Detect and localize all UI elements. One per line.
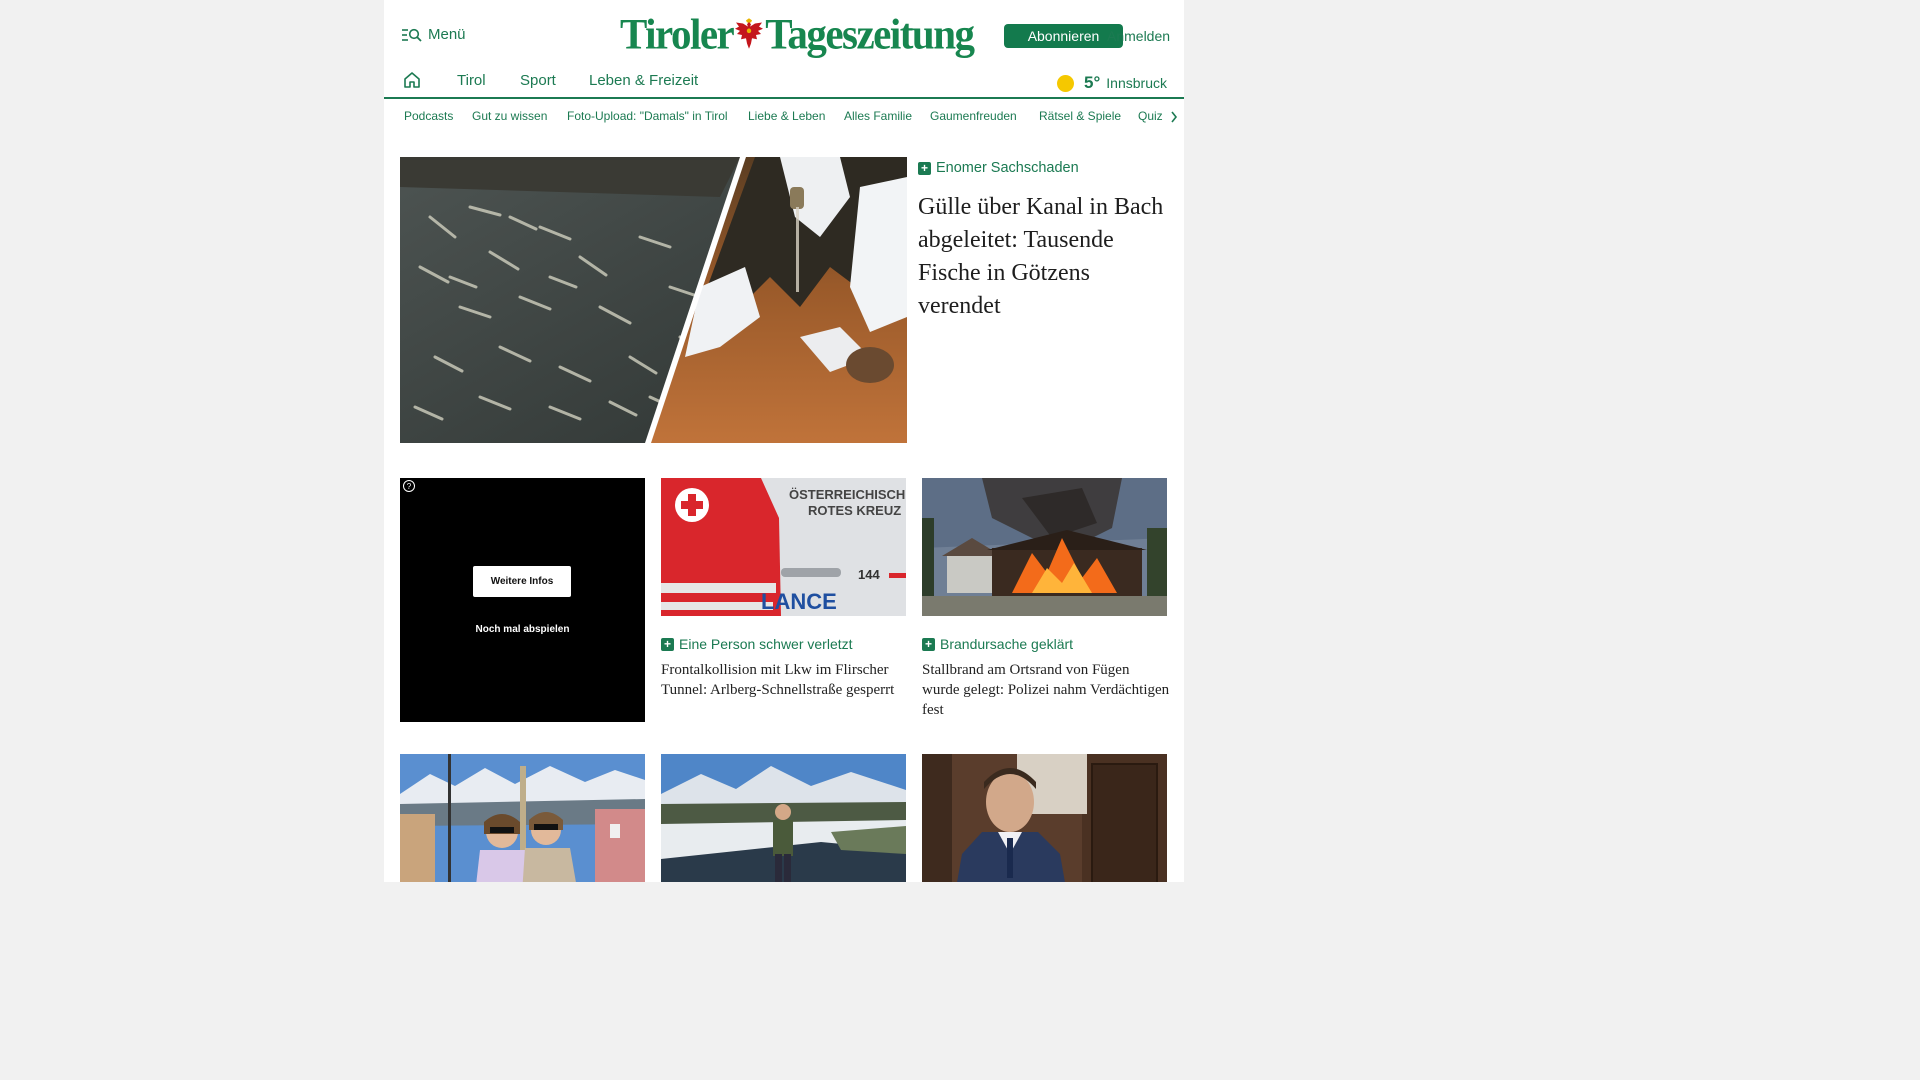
hero-headline[interactable]: Gülle über Kanal in Bach abgeleitet: Tau…	[918, 191, 1168, 323]
weather-temperature: 5°	[1084, 73, 1101, 92]
card-kicker-text: Brandursache geklärt	[940, 636, 1074, 652]
replay-button[interactable]: Noch mal abspielen	[400, 624, 645, 635]
subnav-item-liebe-leben[interactable]: Liebe & Leben	[748, 109, 825, 123]
plus-icon: +	[918, 161, 931, 175]
card-image-mountain-man[interactable]	[661, 754, 906, 882]
subnav-item-foto-upload[interactable]: Foto-Upload: "Damals" in Tirol	[567, 109, 728, 123]
weather-widget[interactable]: 5° Innsbruck	[1057, 73, 1167, 93]
help-icon[interactable]: ?	[403, 480, 415, 492]
nav-item-leben-freizeit[interactable]: Leben & Freizeit	[589, 72, 698, 89]
main-nav: Tirol Sport Leben & Freizeit 5° Innsbruc…	[384, 62, 1184, 99]
card-kicker-accident: + Eine Person schwer verletzt	[661, 636, 853, 652]
logo-text-part1: Tiroler	[620, 9, 735, 59]
card-headline-accident[interactable]: Frontalkollision mit Lkw im Flirscher Tu…	[661, 660, 909, 700]
weather-city: Innsbruck	[1106, 75, 1167, 91]
hero-kicker: + Enomer Sachschaden	[918, 160, 1079, 176]
image-text-144: 144	[858, 567, 880, 582]
hero-kicker-text: Enomer Sachschaden	[936, 160, 1079, 176]
card-image-accident[interactable]: ÖSTERREICHISCHE ROTES KREUZ 144 LANCE	[661, 478, 906, 616]
sun-icon	[1057, 74, 1075, 92]
card-image-fire[interactable]	[922, 478, 1167, 616]
subnav-item-alles-familie[interactable]: Alles Familie	[844, 109, 912, 123]
image-text-rotes-kreuz: ROTES KREUZ	[808, 503, 901, 518]
subscribe-button[interactable]: Abonnieren	[1004, 24, 1123, 48]
subnav-item-quiz[interactable]: Quiz	[1138, 109, 1163, 123]
menu-label: Menü	[428, 26, 466, 43]
logo-text-part2: Tageszeitung	[765, 9, 975, 59]
nav-item-tirol[interactable]: Tirol	[457, 72, 486, 89]
menu-button[interactable]: Menü	[402, 26, 466, 43]
chevron-right-icon[interactable]	[1170, 110, 1178, 128]
tyrolean-eagle-icon	[734, 17, 764, 51]
subnav-item-gut-zu-wissen[interactable]: Gut zu wissen	[472, 109, 547, 123]
hero-image[interactable]	[400, 157, 907, 443]
sub-nav: Podcasts Gut zu wissen Foto-Upload: "Dam…	[384, 100, 1184, 132]
home-icon[interactable]	[403, 71, 421, 93]
image-text-oesterreichische: ÖSTERREICHISCHE	[789, 487, 906, 502]
plus-icon: +	[922, 637, 935, 651]
top-bar: Menü Tiroler Tageszeitung Abonnieren Anm…	[384, 0, 1184, 62]
nav-item-sport[interactable]: Sport	[520, 72, 556, 89]
card-image-innsbruck[interactable]	[400, 754, 645, 882]
video-player[interactable]: ? Weitere Infos Noch mal abspielen	[400, 478, 645, 722]
site-logo[interactable]: Tiroler Tageszeitung	[620, 9, 975, 59]
page: Menü Tiroler Tageszeitung Abonnieren Anm…	[384, 0, 1184, 882]
card-kicker-text: Eine Person schwer verletzt	[679, 636, 853, 652]
menu-search-icon	[402, 28, 422, 42]
image-text-lance: LANCE	[761, 589, 837, 614]
card-image-portrait[interactable]	[922, 754, 1167, 882]
subnav-item-gaumenfreuden[interactable]: Gaumenfreuden	[930, 109, 1017, 123]
subnav-item-podcasts[interactable]: Podcasts	[404, 109, 453, 123]
more-info-button[interactable]: Weitere Infos	[473, 566, 571, 597]
plus-icon: +	[661, 637, 674, 651]
card-headline-fire[interactable]: Stallbrand am Ortsrand von Fügen wurde g…	[922, 660, 1170, 720]
login-link[interactable]: Anmelden	[1107, 28, 1170, 44]
card-kicker-fire: + Brandursache geklärt	[922, 636, 1073, 652]
subnav-item-raetsel-spiele[interactable]: Rätsel & Spiele	[1039, 109, 1121, 123]
